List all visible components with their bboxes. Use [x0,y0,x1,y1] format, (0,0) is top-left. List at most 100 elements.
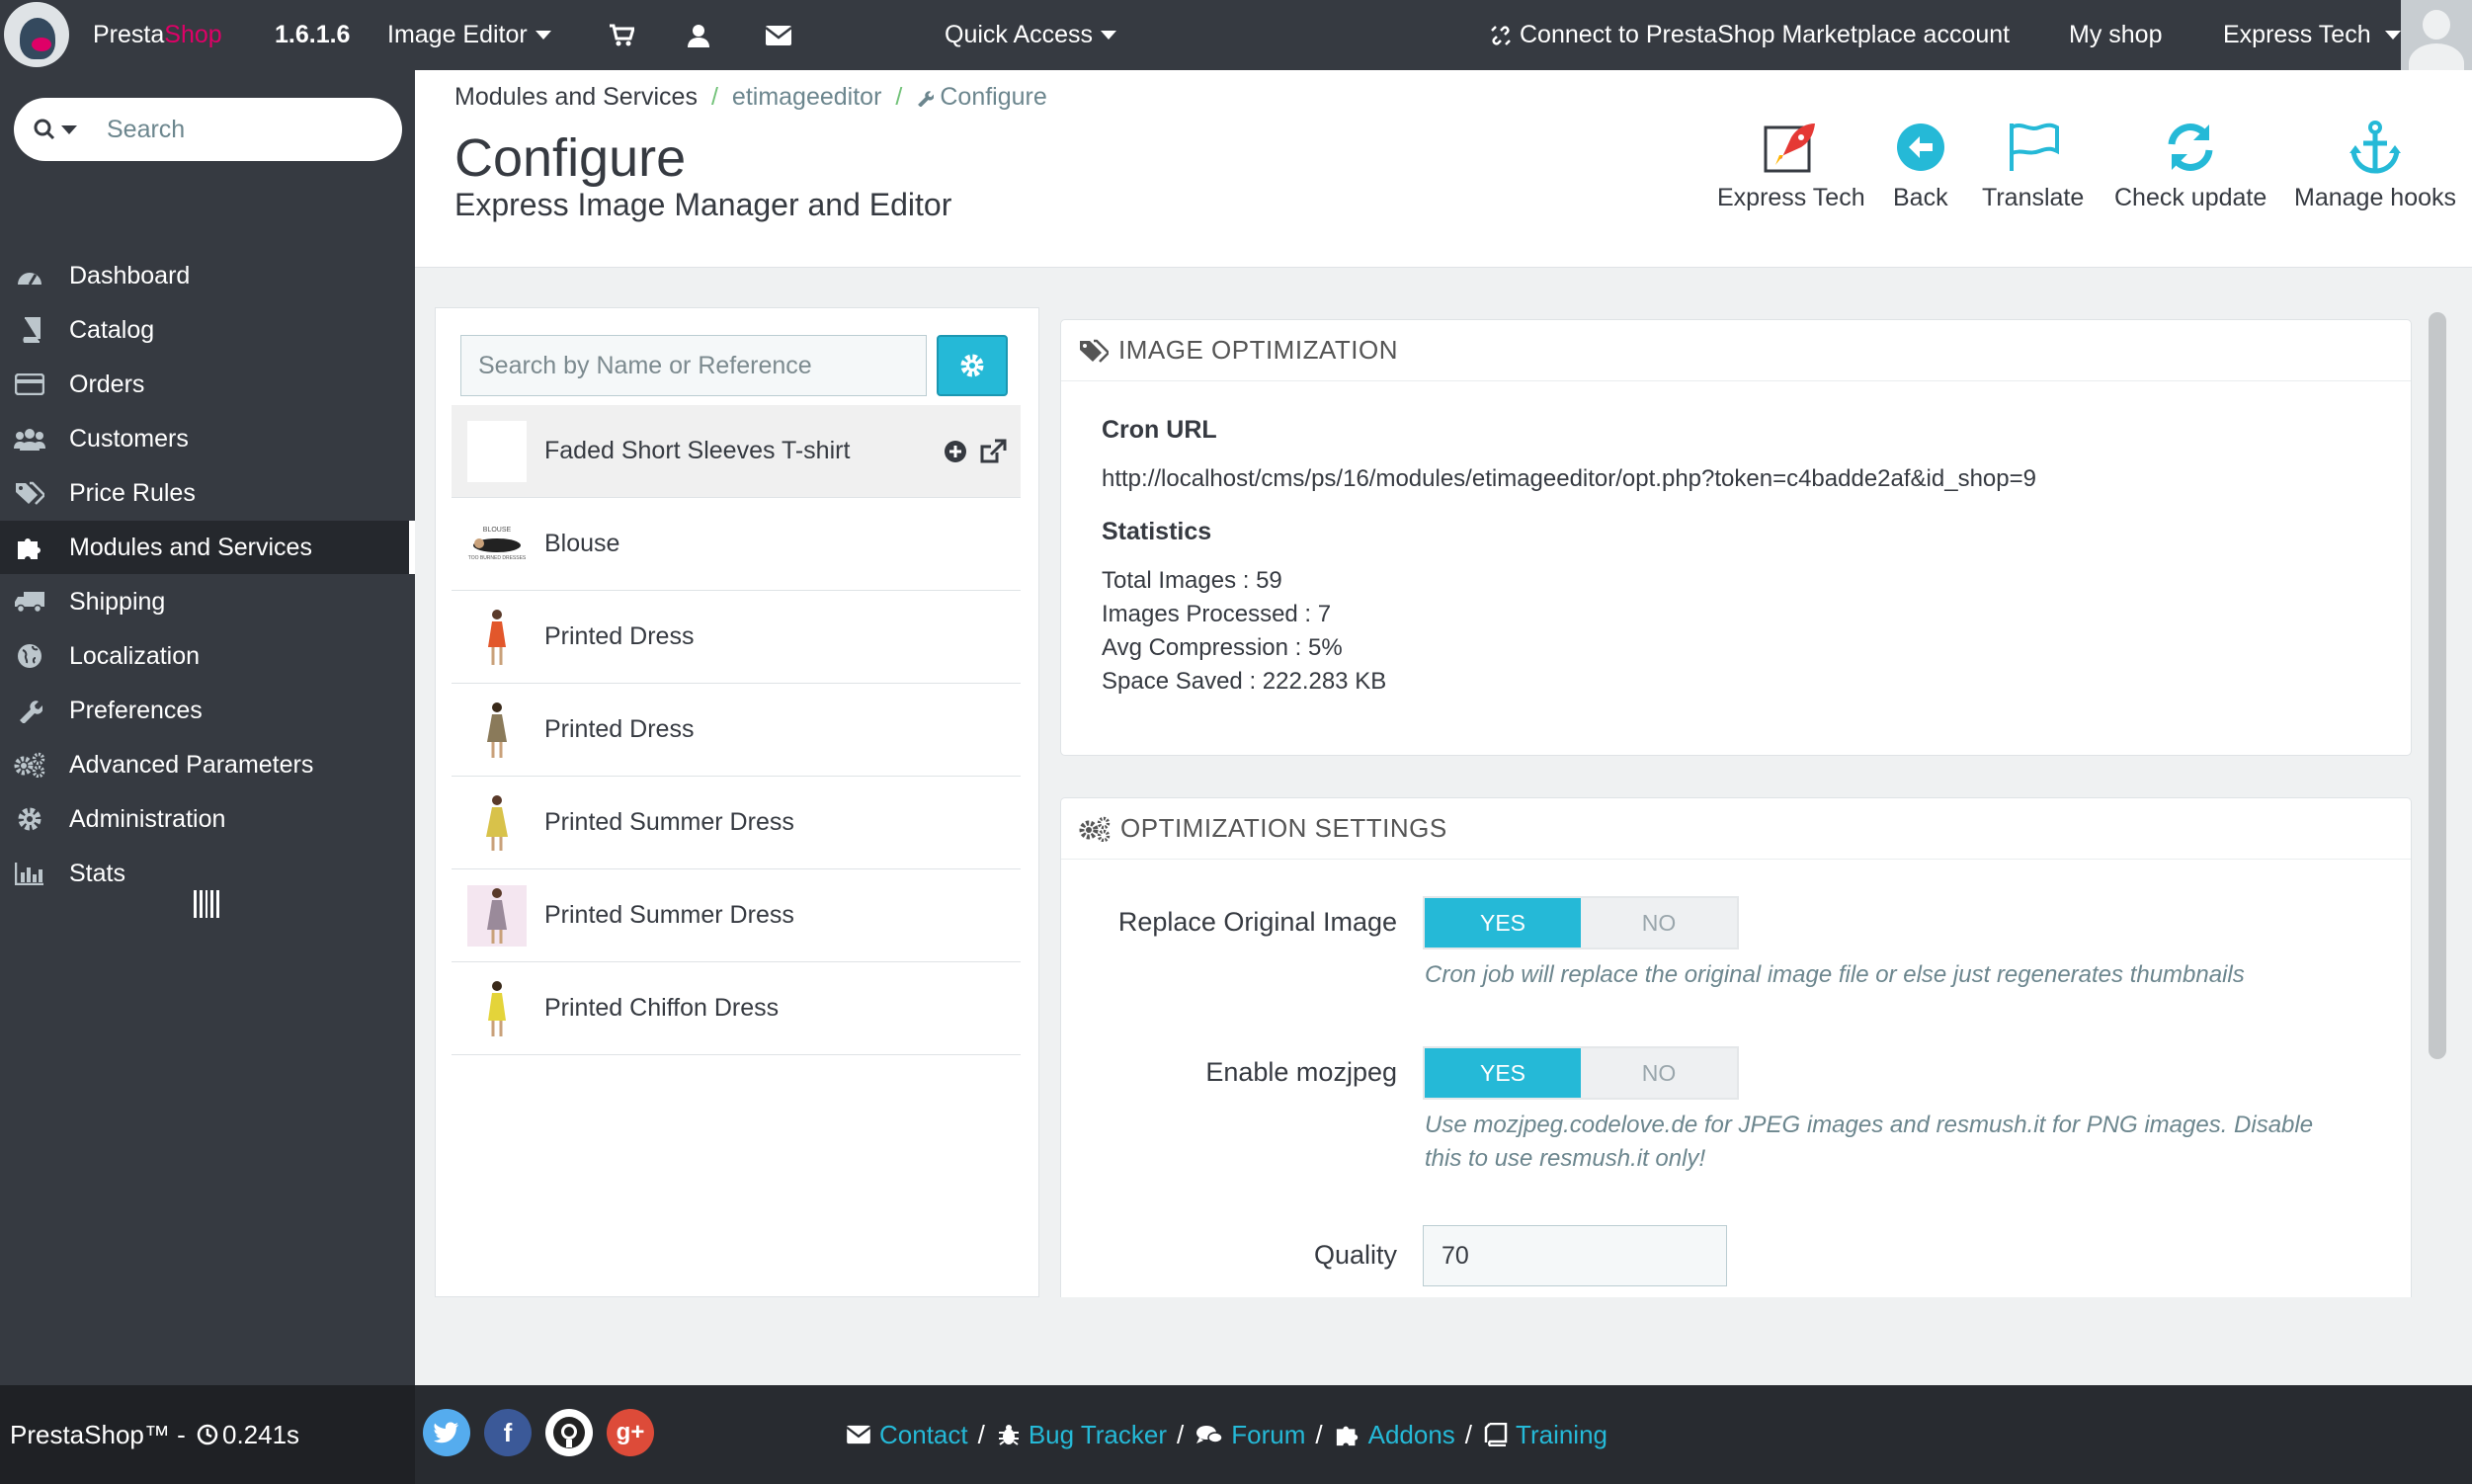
anchor-icon [2348,115,2403,180]
marketplace-connect-link[interactable]: Connect to PrestaShop Marketplace accoun… [1488,0,2010,70]
product-search-input[interactable]: Search by Name or Reference [460,335,927,396]
user-icon[interactable] [688,0,709,70]
addons-link[interactable]: Addons [1368,1420,1455,1450]
contact-link[interactable]: Contact [879,1420,968,1450]
express-tech-button[interactable]: Express Tech [1717,115,1865,212]
brand-name[interactable]: Presta Shop [93,0,222,70]
replace-original-yes[interactable]: YES [1425,898,1581,948]
collapse-sidebar-icon[interactable] [194,890,219,918]
sidebar-item-customers[interactable]: Customers [0,412,415,465]
bug-tracker-link[interactable]: Bug Tracker [1029,1420,1167,1450]
enable-mozjpeg-no[interactable]: NO [1581,1048,1737,1098]
search-input[interactable]: Search [107,116,185,144]
manage-hooks-button[interactable]: Manage hooks [2294,115,2456,212]
tags-icon [1079,339,1109,363]
book-icon [14,314,45,346]
footer-link-separator: / [977,1419,985,1449]
sidebar-item-label: Advanced Parameters [69,750,314,779]
comments-icon [1196,1426,1223,1443]
list-item[interactable]: Printed Summer Dress [452,869,1021,962]
sidebar-item-label: Shipping [69,587,166,616]
sidebar-item-preferences[interactable]: Preferences [0,684,415,737]
prestashop-logo[interactable] [4,2,69,67]
cron-url-value[interactable]: http://localhost/cms/ps/16/modules/etima… [1102,465,2036,493]
list-item[interactable]: Faded Short Sleeves T-shirt [452,405,1021,498]
facebook-icon[interactable]: f [484,1409,532,1456]
image-editor-menu[interactable]: Image Editor [387,0,551,70]
chevron-down-icon [61,124,77,134]
optimization-settings-title: Optimization Settings [1120,813,1447,843]
list-item[interactable]: Printed Dress [452,684,1021,777]
sidebar-item-label: Catalog [69,315,155,344]
footer-info: PrestaShop™ - 0.241s [0,1385,415,1484]
list-item[interactable]: BLOUSE TOO BURNED DRESSES Blouse [452,498,1021,591]
sidebar-item-localization[interactable]: Localization [0,629,415,683]
breadcrumb-separator: / [710,83,718,111]
replace-original-help: Cron job will replace the original image… [1425,961,2245,988]
forum-link[interactable]: Forum [1231,1420,1305,1450]
image-optimization-title: Image Optimization [1118,335,1398,365]
footer-link-separator: / [1315,1419,1323,1449]
twitter-icon[interactable] [423,1409,470,1456]
training-link[interactable]: Training [1516,1420,1607,1450]
replace-original-no[interactable]: NO [1581,898,1737,948]
plus-circle-icon[interactable] [944,440,967,463]
sidebar-item-administration[interactable]: Administration [0,792,415,846]
footer-links: Contact / Bug Tracker / Forum / Addons /… [846,1385,1607,1484]
search-icon[interactable] [34,119,77,140]
sidebar-item-dashboard[interactable]: Dashboard [0,249,415,302]
scrollbar[interactable] [2429,312,2446,1059]
product-name: Printed Dress [544,715,695,743]
footer-link-separator: / [1464,1419,1473,1449]
image-optimization-panel: Image Optimization Cron URL http://local… [1060,319,2412,756]
enable-mozjpeg-switch[interactable]: YES NO [1423,1046,1739,1100]
list-item[interactable]: Printed Dress [452,591,1021,684]
manage-hooks-label: Manage hooks [2294,184,2457,211]
my-shop-link[interactable]: My shop [2069,0,2162,70]
sidebar-search[interactable]: Search [14,98,402,161]
avatar[interactable] [2401,0,2472,70]
gear-icon [14,803,45,835]
sidebar-item-price-rules[interactable]: Price Rules [0,466,415,520]
translate-button[interactable]: Translate [1982,115,2084,212]
chevron-down-icon [535,31,551,40]
list-item[interactable]: Printed Chiffon Dress [452,962,1021,1055]
sidebar-item-modules[interactable]: Modules and Services [0,521,415,574]
users-icon [14,423,45,454]
sidebar-item-label: Dashboard [69,261,191,289]
sidebar-item-label: Stats [69,859,125,887]
product-settings-button[interactable] [937,335,1008,396]
sidebar-item-advanced-parameters[interactable]: Advanced Parameters [0,738,415,791]
page-title: Configure [454,128,687,188]
book-icon [1484,1423,1508,1446]
sidebar-item-orders[interactable]: Orders [0,358,415,411]
list-item[interactable]: Printed Summer Dress [452,777,1021,869]
sidebar-item-label: Price Rules [69,478,196,507]
cart-icon[interactable] [609,0,634,70]
cogs-icon [1079,816,1111,842]
sidebar-item-catalog[interactable]: Catalog [0,303,415,357]
check-update-button[interactable]: Check update [2114,115,2266,212]
envelope-icon[interactable] [765,0,792,70]
sidebar-item-shipping[interactable]: Shipping [0,575,415,628]
breadcrumb-modules[interactable]: Modules and Services [454,83,698,112]
dashboard-icon [14,260,45,291]
globe-icon [14,640,45,672]
back-button[interactable]: Back [1893,115,1948,212]
sidebar-item-label: Customers [69,424,189,453]
github-icon[interactable] [545,1409,593,1456]
external-link-icon[interactable] [979,439,1007,464]
tags-icon [14,477,45,509]
stat-space-saved: Space Saved : 222.283 KB [1102,668,1387,695]
user-menu[interactable]: Express Tech [2223,0,2401,70]
google-plus-icon[interactable]: g+ [607,1409,654,1456]
replace-original-switch[interactable]: YES NO [1423,896,1739,949]
brand-shop: Shop [164,21,222,48]
page-header: Modules and Services / etimageeditor / C… [415,70,2472,268]
quality-input[interactable]: 70 [1423,1225,1727,1286]
sidebar-item-label: Preferences [69,696,203,724]
quick-access-menu[interactable]: Quick Access [945,0,1117,70]
enable-mozjpeg-yes[interactable]: YES [1425,1048,1581,1098]
brand-presta: Presta [93,21,165,48]
breadcrumb-module[interactable]: etimageeditor [732,83,881,112]
